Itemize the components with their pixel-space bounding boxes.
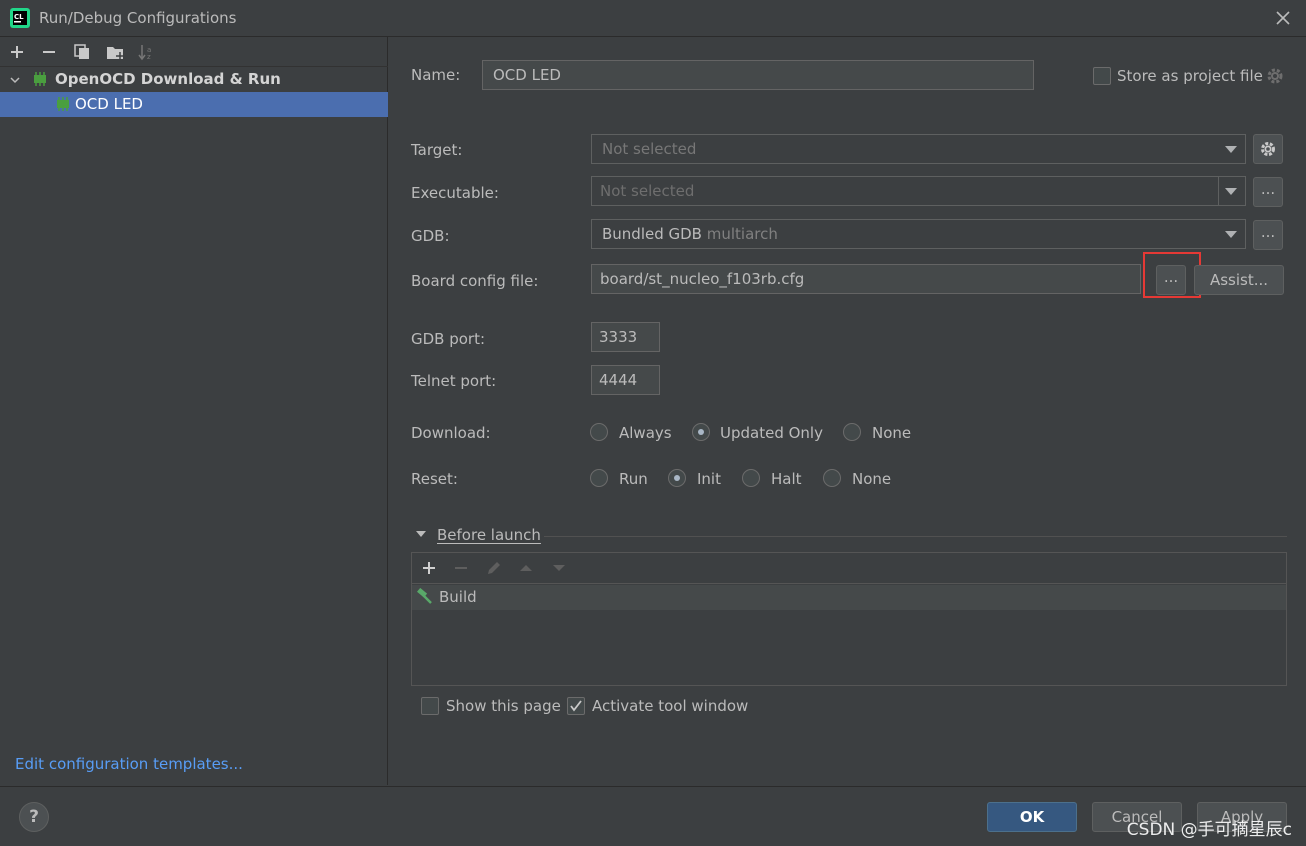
- chevron-down-icon[interactable]: [9, 74, 21, 86]
- svg-text:CL: CL: [14, 13, 24, 21]
- remove-icon[interactable]: [452, 559, 470, 577]
- chevron-down-icon[interactable]: [415, 529, 427, 539]
- gdb-browse-button[interactable]: ...: [1253, 220, 1283, 250]
- gdb-value-suffix: multiarch: [706, 225, 778, 243]
- name-input[interactable]: OCD LED: [482, 60, 1034, 90]
- sort-icon[interactable]: a z: [137, 42, 157, 62]
- board-config-label: Board config file:: [411, 272, 539, 290]
- before-launch-title[interactable]: Before launch: [437, 526, 541, 544]
- gear-icon[interactable]: [1266, 67, 1284, 85]
- board-config-input[interactable]: board/st_nucleo_f103rb.cfg: [591, 264, 1141, 294]
- close-icon[interactable]: [1272, 7, 1294, 29]
- target-settings-button[interactable]: [1253, 134, 1283, 164]
- reset-init-label[interactable]: Init: [697, 470, 721, 488]
- gdb-value: Bundled GDB multiarch: [602, 225, 778, 243]
- gdb-label: GDB:: [411, 227, 450, 245]
- build-task-label: Build: [439, 588, 477, 606]
- executable-value: Not selected: [600, 182, 695, 200]
- assist-button[interactable]: Assist...: [1194, 265, 1284, 295]
- download-none-label[interactable]: None: [872, 424, 911, 442]
- show-page-label[interactable]: Show this page: [446, 697, 561, 715]
- gear-icon: [1261, 142, 1275, 156]
- reset-init-radio[interactable]: [668, 469, 686, 487]
- telnet-port-label: Telnet port:: [411, 372, 497, 390]
- download-always-radio[interactable]: [590, 423, 608, 441]
- executable-label: Executable:: [411, 184, 499, 202]
- ok-button[interactable]: OK: [987, 802, 1077, 832]
- edit-templates-link[interactable]: Edit configuration templates...: [15, 755, 243, 773]
- configurations-sidebar: a z OpenOCD Download & Run OCD LED Edit …: [0, 37, 388, 785]
- section-divider: [544, 536, 1287, 537]
- gdb-port-input[interactable]: 3333: [591, 322, 660, 352]
- tree-item-ocd-led[interactable]: OCD LED: [0, 92, 388, 117]
- svg-text:z: z: [147, 53, 151, 61]
- chevron-down-icon: [1225, 146, 1237, 153]
- target-label: Target:: [411, 141, 463, 159]
- target-value: Not selected: [602, 140, 697, 158]
- clion-app-icon: CL: [10, 8, 30, 28]
- gdb-dropdown[interactable]: Bundled GDB multiarch: [591, 219, 1246, 249]
- reset-halt-label[interactable]: Halt: [771, 470, 802, 488]
- copy-icon[interactable]: [72, 42, 92, 62]
- add-icon[interactable]: [420, 559, 438, 577]
- download-updated-only-label[interactable]: Updated Only: [720, 424, 823, 442]
- title-bar: CL Run/Debug Configurations: [0, 0, 1306, 37]
- chevron-down-icon: [1225, 188, 1237, 195]
- before-launch-toolbar: [412, 553, 1286, 584]
- gdb-value-name: Bundled GDB: [602, 225, 702, 243]
- hammer-icon: [417, 588, 432, 604]
- reset-none-radio[interactable]: [823, 469, 841, 487]
- name-label: Name:: [411, 66, 461, 84]
- executable-dropdown[interactable]: Not selected: [591, 176, 1246, 206]
- dialog-footer: ? OK Cancel Apply CSDN @手可摘星辰c: [0, 786, 1306, 846]
- tree-group-label: OpenOCD Download & Run: [55, 70, 281, 88]
- list-item[interactable]: Build: [412, 585, 1286, 610]
- new-folder-icon[interactable]: [105, 42, 125, 62]
- download-label: Download:: [411, 424, 491, 442]
- highlight-box: [1143, 252, 1201, 298]
- reset-run-radio[interactable]: [590, 469, 608, 487]
- remove-icon[interactable]: [39, 42, 59, 62]
- download-always-label[interactable]: Always: [619, 424, 672, 442]
- move-up-icon[interactable]: [517, 559, 535, 577]
- reset-label: Reset:: [411, 470, 458, 488]
- before-launch-list: Build: [411, 552, 1287, 686]
- activate-tool-window-checkbox[interactable]: [567, 697, 585, 715]
- watermark: CSDN @手可摘星辰c: [1126, 820, 1292, 840]
- reset-none-label[interactable]: None: [852, 470, 891, 488]
- dropdown-separator: [1218, 177, 1219, 205]
- configuration-form: Name: OCD LED Store as project file Targ…: [389, 37, 1306, 785]
- edit-icon[interactable]: [485, 559, 503, 577]
- checkmark-icon: [570, 700, 582, 712]
- board-chip-icon: [57, 97, 69, 111]
- target-dropdown[interactable]: Not selected: [591, 134, 1246, 164]
- help-button[interactable]: ?: [19, 802, 49, 832]
- telnet-port-input[interactable]: 4444: [591, 365, 660, 395]
- store-project-checkbox[interactable]: [1093, 67, 1111, 85]
- download-none-radio[interactable]: [843, 423, 861, 441]
- activate-tool-window-label[interactable]: Activate tool window: [592, 697, 748, 715]
- download-updated-only-radio[interactable]: [692, 423, 710, 441]
- sidebar-toolbar: a z: [0, 37, 388, 67]
- tree-item-label: OCD LED: [75, 95, 143, 113]
- tree-group-openocd[interactable]: OpenOCD Download & Run: [0, 67, 388, 92]
- store-project-label[interactable]: Store as project file: [1117, 67, 1263, 85]
- add-icon[interactable]: [7, 42, 27, 62]
- chevron-down-icon: [1225, 231, 1237, 238]
- window-title: Run/Debug Configurations: [39, 9, 237, 27]
- gdb-port-label: GDB port:: [411, 330, 486, 348]
- reset-halt-radio[interactable]: [742, 469, 760, 487]
- show-page-checkbox[interactable]: [421, 697, 439, 715]
- move-down-icon[interactable]: [550, 559, 568, 577]
- executable-browse-button[interactable]: ...: [1253, 177, 1283, 207]
- board-chip-icon: [34, 72, 46, 86]
- reset-run-label[interactable]: Run: [619, 470, 648, 488]
